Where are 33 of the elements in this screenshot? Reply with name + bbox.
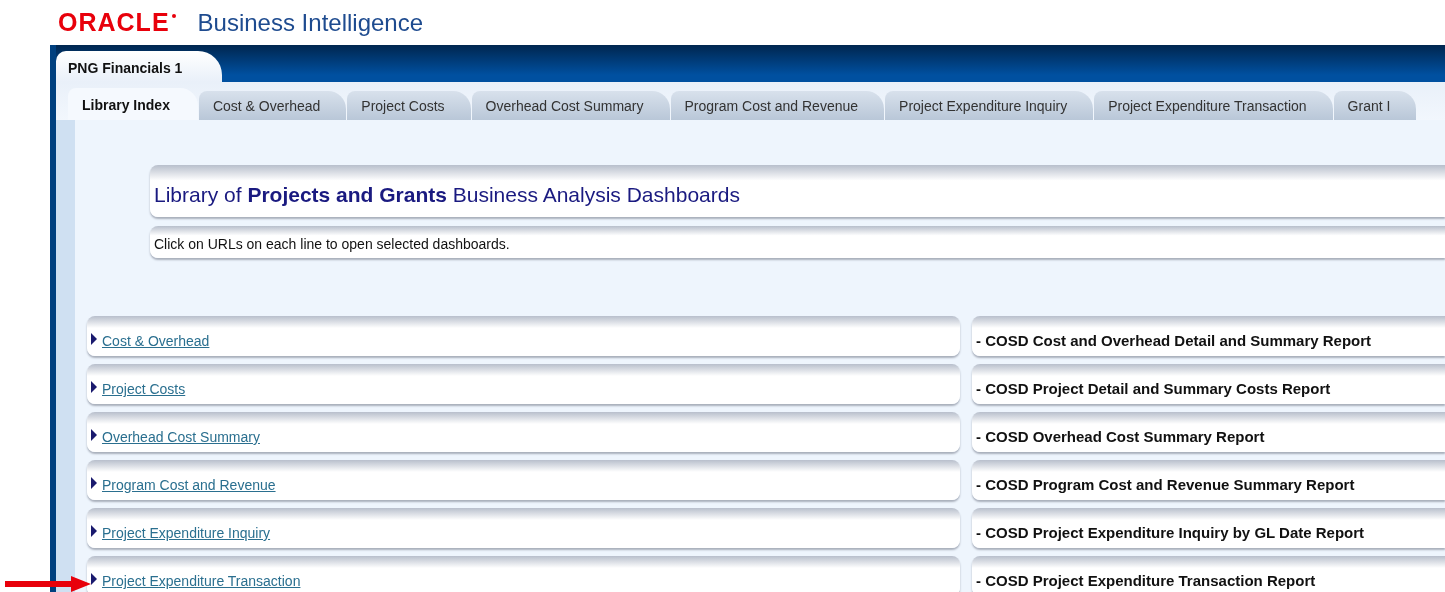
report-description: - COSD Project Expenditure Transaction Report: [976, 572, 1316, 589]
library-title: Library of Projects and Grants Business Analysis Dashboards: [154, 183, 740, 207]
dashboard-link[interactable]: Program Cost and Revenue: [102, 477, 276, 493]
dashboard-link[interactable]: Project Expenditure Inquiry: [102, 525, 271, 541]
dashboard-tab[interactable]: Program Cost and Revenue: [670, 91, 885, 120]
pointer-arrow-icon: [5, 576, 91, 592]
triangle-icon: [91, 573, 97, 585]
triangle-icon: [91, 525, 97, 537]
dashboard-tab[interactable]: Grant I: [1333, 91, 1417, 120]
product-title: Business Intelligence: [197, 8, 424, 37]
instruction-text: Click on URLs on each line to open selected dashboards.: [154, 236, 510, 252]
dashboard-link[interactable]: Project Costs: [102, 381, 186, 397]
dashboard-tab[interactable]: Project Costs: [347, 91, 471, 120]
dashboard-link[interactable]: Cost & Overhead: [102, 333, 210, 349]
report-description: - COSD Cost and Overhead Detail and Summary Report: [976, 332, 1372, 349]
oracle-logo: ORACLE: [58, 8, 170, 37]
registered-mark-icon: [171, 14, 176, 18]
report-description: - COSD Program Cost and Revenue Summary Report: [976, 476, 1355, 493]
dashboard-tab[interactable]: Cost & Overhead: [198, 91, 347, 120]
triangle-icon: [91, 429, 97, 441]
report-description: - COSD Project Detail and Summary Costs Report: [976, 380, 1331, 397]
triangle-icon: [91, 477, 97, 489]
triangle-icon: [91, 333, 97, 345]
report-description: - COSD Project Expenditure Inquiry by GL Date Report: [976, 524, 1365, 541]
dashboard-tab[interactable]: Project Expenditure Inquiry: [885, 91, 1094, 120]
dashboard-tab[interactable]: Library Index: [68, 88, 198, 120]
page-tab[interactable]: PNG Financials 1: [56, 51, 223, 82]
triangle-icon: [91, 381, 97, 393]
dashboard-tab[interactable]: Overhead Cost Summary: [471, 91, 670, 120]
dashboard-link[interactable]: Project Expenditure Transaction: [102, 573, 301, 589]
report-description: - COSD Overhead Cost Summary Report: [976, 428, 1265, 445]
dashboard-tab[interactable]: Project Expenditure Transaction: [1094, 91, 1333, 120]
dashboard-link[interactable]: Overhead Cost Summary: [102, 429, 260, 445]
